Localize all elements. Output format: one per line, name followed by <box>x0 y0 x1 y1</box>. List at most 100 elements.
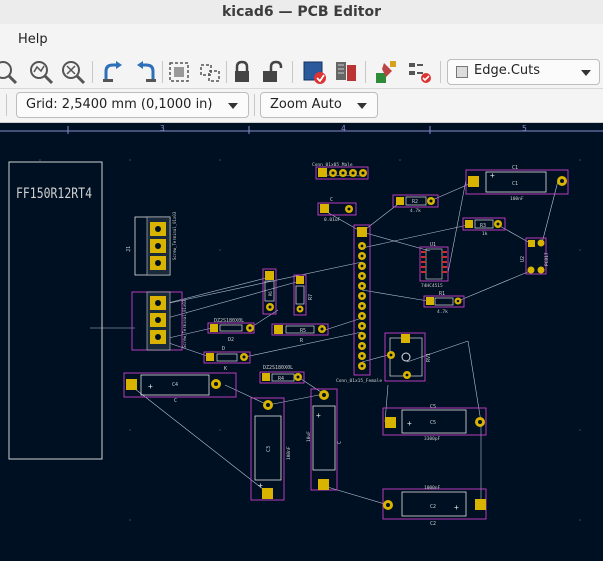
svg-text:C3: C3 <box>266 446 272 452</box>
svg-text:C: C <box>174 398 177 404</box>
svg-text:+: + <box>148 382 153 391</box>
svg-text:+: + <box>454 503 459 512</box>
footprint-r2[interactable]: R2 4.7k <box>392 194 439 214</box>
footprint-c3[interactable]: + C3 100nF <box>250 397 292 501</box>
footprint-conn-side[interactable]: Conn_01x15_Female <box>336 224 382 384</box>
footprint-r3[interactable]: R3 1k <box>462 217 506 237</box>
ruler-label-4: 4 <box>341 124 346 133</box>
grid-select-value: Grid: 2,5400 mm (0,1000 in) <box>26 97 213 112</box>
layer-select-value: Edge.Cuts <box>474 63 541 78</box>
top-ruler: 3 4 5 <box>0 124 603 134</box>
igbt-module-label: FF150R12RT4 <box>16 186 92 202</box>
secondary-toolbar: Grid: 2,5400 mm (0,1000 in) Zoom Auto <box>0 89 603 123</box>
svg-text:C: C <box>337 441 343 444</box>
svg-text:D: D <box>222 346 225 352</box>
zoom-fit-icon[interactable] <box>0 59 18 85</box>
footprint-u2[interactable]: U2 PC817 <box>520 237 550 275</box>
svg-text:3300pF: 3300pF <box>424 436 441 442</box>
footprint-r6[interactable]: R6 <box>262 268 277 315</box>
redo-icon[interactable] <box>133 59 159 85</box>
svg-text:C2: C2 <box>430 504 436 510</box>
svg-text:74HC4515: 74HC4515 <box>421 283 443 289</box>
svg-text:R4: R4 <box>278 376 284 382</box>
footprint-r7[interactable]: R7 <box>293 274 314 316</box>
footprint-c4[interactable]: + C4 C <box>123 372 237 404</box>
drc-icon[interactable] <box>301 59 327 85</box>
footprint-c5[interactable]: + C5 C5 3300pF <box>382 404 487 442</box>
svg-text:PC817: PC817 <box>544 252 550 266</box>
svg-text:C5: C5 <box>430 420 436 426</box>
chevron-down-icon <box>228 103 238 109</box>
zoom-select-value: Zoom Auto <box>270 97 342 112</box>
svg-text:U2: U2 <box>520 256 526 262</box>
svg-text:DZ2S180X0L: DZ2S180X0L <box>263 365 293 371</box>
chevron-down-icon <box>357 103 367 109</box>
footprint-c-mid[interactable]: + 10uF C <box>306 388 343 491</box>
svg-text:C5: C5 <box>430 404 436 410</box>
svg-text:D2: D2 <box>228 337 234 343</box>
footprint-c-small-top[interactable]: C 0.01uF <box>317 197 357 223</box>
footprint-r1[interactable]: R1 4.7k <box>423 291 465 315</box>
ruler-label-5: 5 <box>522 124 527 133</box>
footprint-d3[interactable]: D K <box>203 346 251 372</box>
chevron-down-icon <box>581 70 591 76</box>
footprint-c2[interactable]: + 1000nF C2 C2 <box>382 485 487 527</box>
layer-color-swatch <box>456 66 468 78</box>
pcb-canvas[interactable]: 3 4 5 FF150R12RT4 J1 Screw_Terminal_01x0… <box>0 123 603 561</box>
svg-text:Screw_Terminal_01x03: Screw_Terminal_01x03 <box>182 299 187 348</box>
svg-text:1000nF: 1000nF <box>424 485 441 491</box>
zoom-select[interactable]: Zoom Auto <box>260 92 378 118</box>
svg-text:R6: R6 <box>268 291 273 296</box>
svg-text:J1: J1 <box>126 246 132 252</box>
menu-bar: Help <box>0 24 603 56</box>
svg-text:C: C <box>330 197 333 203</box>
svg-text:100nF: 100nF <box>510 196 524 202</box>
svg-text:Conn_01x15_Female: Conn_01x15_Female <box>336 378 382 384</box>
igbt-module-outline[interactable] <box>8 161 103 460</box>
svg-text:C4: C4 <box>172 382 178 388</box>
svg-text:R1: R1 <box>439 291 445 297</box>
svg-text:C1: C1 <box>512 165 518 171</box>
lock-icon[interactable] <box>229 59 255 85</box>
svg-text:+: + <box>258 481 263 490</box>
svg-text:R2: R2 <box>412 199 418 205</box>
svg-text:RV1: RV1 <box>426 353 432 362</box>
svg-text:Screw_Terminal_01x03: Screw_Terminal_01x03 <box>172 211 177 260</box>
grid-dots <box>39 159 581 521</box>
grid-select[interactable]: Grid: 2,5400 mm (0,1000 in) <box>16 92 249 118</box>
zoom-out-icon[interactable] <box>60 59 86 85</box>
netlist-icon[interactable] <box>333 59 359 85</box>
svg-text:+: + <box>407 419 412 428</box>
svg-text:+: + <box>490 171 495 180</box>
svg-text:1k: 1k <box>482 231 488 237</box>
svg-text:R5: R5 <box>300 328 306 334</box>
footprint-d2[interactable]: DZ2S180X0L D2 <box>207 318 255 343</box>
svg-text:R3: R3 <box>480 223 486 229</box>
ruler-label-3: 3 <box>160 124 165 133</box>
svg-text:DZ2S180X0L: DZ2S180X0L <box>214 318 244 324</box>
undo-icon[interactable] <box>100 59 126 85</box>
svg-text:C1: C1 <box>512 181 518 187</box>
zoom-in-icon[interactable] <box>28 59 54 85</box>
ungroup-icon[interactable] <box>197 59 223 85</box>
window-title: kicad6 — PCB Editor <box>0 0 603 24</box>
svg-text:10uF: 10uF <box>306 431 312 442</box>
footprint-conn-top[interactable]: Conn_01x05_Male <box>312 162 369 180</box>
svg-text:+: + <box>316 411 321 420</box>
svg-text:Conn_01x05_Male: Conn_01x05_Male <box>312 162 353 168</box>
footprint-u1[interactable]: U1 74HC4515 <box>419 242 449 289</box>
unlock-icon[interactable] <box>259 59 285 85</box>
group-icon[interactable] <box>166 59 192 85</box>
scripting-icon[interactable] <box>374 59 400 85</box>
footprint-rv1[interactable]: RV1 <box>384 332 432 382</box>
footprint-c1[interactable]: + C1 C1 100nF <box>465 165 569 202</box>
footprint-j2[interactable]: Screw_Terminal_01x03 <box>131 291 187 351</box>
footprint-j1[interactable]: J1 Screw_Terminal_01x03 <box>126 211 177 276</box>
svg-text:0.01uF: 0.01uF <box>324 217 341 223</box>
footprint-r4[interactable]: DZ2S180X0L R4 <box>259 365 305 384</box>
layer-select[interactable]: Edge.Cuts <box>447 59 600 85</box>
menu-help[interactable]: Help <box>18 32 48 47</box>
board-setup-icon[interactable] <box>407 59 433 85</box>
svg-text:C2: C2 <box>430 521 436 527</box>
svg-text:U1: U1 <box>430 242 436 248</box>
